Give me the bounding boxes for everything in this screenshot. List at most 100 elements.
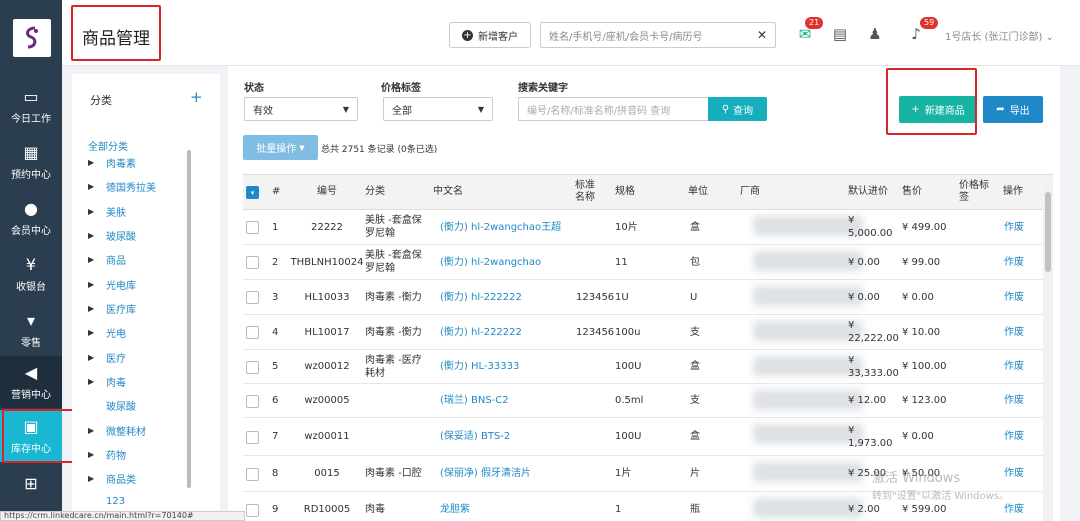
table-row[interactable]: 6 wz00005 (瑞兰) BNS-C2 0.5ml 支 ¥ 12.00 ¥ 123.00… (243, 384, 1053, 418)
category-item[interactable]: ▶ 商品类 (88, 471, 136, 486)
row-spec: 1片 (615, 468, 632, 479)
category-item[interactable]: ▶ 药物 (88, 447, 126, 462)
row-name[interactable]: (衡力) hl-2wangchao王超 (440, 210, 580, 244)
category-item[interactable]: 123 (88, 496, 125, 507)
row-name[interactable]: (瑞兰) BNS-C2 (440, 384, 580, 417)
row-action[interactable]: 作废 (1004, 456, 1034, 491)
batch-button[interactable]: 批量操作 ▼ (243, 135, 318, 160)
row-name[interactable]: (衡力) hl-2wangchao (440, 245, 580, 279)
expand-arrow-icon[interactable]: ▶ (88, 474, 106, 483)
row-action[interactable]: 作废 (1004, 210, 1034, 244)
bell-icon[interactable]: ♪ 59 (906, 17, 939, 44)
expand-arrow-icon[interactable]: ▶ (88, 231, 106, 240)
category-item[interactable]: ▶ 医疗 (88, 350, 126, 365)
table-row[interactable]: 5 wz00012 肉毒素 -医疗耗材 (衡力) HL-33333 100U 盒 ¥ 33,… (243, 350, 1053, 384)
category-all[interactable]: 全部分类 (88, 138, 128, 153)
scrollbar-thumb[interactable] (1045, 192, 1051, 272)
row-checkbox[interactable] (246, 394, 259, 408)
ledger-icon[interactable]: ▤ (830, 24, 850, 44)
chat-icon[interactable]: ✉ 21 (795, 17, 824, 44)
expand-arrow-icon[interactable]: ▶ (88, 353, 106, 362)
row-name[interactable]: (保丽净) 假牙清洁片 (440, 456, 580, 491)
row-index: 2 (272, 256, 279, 268)
clear-icon[interactable]: ✕ (757, 28, 767, 42)
row-action[interactable]: 作废 (1004, 315, 1034, 349)
col-cost: 默认进价 (848, 186, 888, 197)
row-checkbox[interactable] (246, 256, 259, 269)
add-category-button[interactable]: + (190, 88, 203, 106)
expand-arrow-icon[interactable]: ▶ (88, 158, 106, 167)
expand-arrow-icon[interactable]: ▶ (88, 377, 106, 386)
app-logo[interactable] (13, 19, 51, 57)
row-name[interactable]: 龙胆紫 (440, 492, 580, 521)
row-checkbox[interactable] (246, 221, 259, 234)
category-label: 商品 (106, 256, 126, 267)
row-checkbox[interactable] (246, 430, 259, 444)
expand-arrow-icon[interactable]: ▶ (88, 304, 106, 313)
category-item[interactable]: ▶ 玻尿酸 (88, 228, 136, 243)
nav-marketing[interactable]: ◀ 营销中心 (0, 356, 62, 408)
row-checkbox[interactable] (246, 503, 259, 517)
nav-cashier[interactable]: ¥ 收银台 (0, 248, 62, 300)
table-row[interactable]: 4 HL10017 肉毒素 -衡力 (衡力) hl-222222 123456 100u 支… (243, 315, 1053, 350)
new-customer-button[interactable]: + 新增客户 (449, 22, 531, 48)
table-row[interactable]: 3 HL10033 肉毒素 -衡力 (衡力) hl-222222 123456 1U U ¥ … (243, 280, 1053, 315)
nav-appointment[interactable]: ▦ 预约中心 (0, 136, 62, 188)
highlight-title (71, 5, 161, 61)
table-scrollbar[interactable] (1043, 180, 1053, 521)
user-menu[interactable]: 1号店长 (张江门诊部) ⌄ (945, 28, 1054, 43)
expand-arrow-icon[interactable]: ▶ (88, 255, 106, 264)
row-name[interactable]: (衡力) HL-33333 (440, 350, 580, 383)
row-checkbox[interactable] (246, 467, 259, 481)
expand-arrow-icon[interactable]: ▶ (88, 450, 106, 459)
category-item[interactable]: ▶ 光电 (88, 325, 126, 340)
category-item[interactable]: ▶ 商品 (88, 252, 126, 267)
expand-arrow-icon[interactable]: ▶ (88, 426, 106, 435)
category-item[interactable]: ▶ 微整耗材 (88, 423, 146, 438)
nav-retail[interactable]: ▾ 零售 (0, 304, 62, 356)
row-action[interactable]: 作废 (1004, 245, 1034, 279)
row-cost: ¥ 12.00 (848, 395, 887, 406)
row-name[interactable]: (衡力) hl-222222 (440, 280, 580, 314)
expand-arrow-icon[interactable]: ▶ (88, 280, 106, 289)
row-checkbox[interactable] (246, 326, 259, 339)
price-tag-select[interactable]: 全部 ▼ (383, 97, 493, 121)
nav-member[interactable]: ● 会员中心 (0, 192, 62, 244)
status-select[interactable]: 有效 ▼ (244, 97, 358, 121)
query-button[interactable]: ⚲ 查询 (708, 97, 767, 121)
nav-marketing-label: 营销中心 (11, 389, 51, 401)
category-item[interactable]: 玻尿酸 (88, 398, 136, 413)
category-scrollbar[interactable] (187, 150, 191, 488)
category-item[interactable]: ▶ 德国秀拉美 (88, 179, 156, 194)
table-row[interactable]: 2 THBLNH10024 美肤 -套盒保罗尼翰 (衡力) hl-2wangchao 1… (243, 245, 1053, 280)
row-action[interactable]: 作废 (1004, 384, 1034, 417)
row-name[interactable]: (衡力) hl-222222 (440, 315, 580, 349)
category-item[interactable]: ▶ 肉毒素 (88, 155, 136, 170)
select-all-checkbox[interactable]: ▾ (246, 186, 259, 199)
row-action[interactable]: 作废 (1004, 418, 1034, 455)
group-icon[interactable]: ♟ (865, 24, 885, 44)
expand-arrow-icon[interactable]: ▶ (88, 328, 106, 337)
nav-today[interactable]: ▭ 今日工作 (0, 80, 62, 132)
export-button[interactable]: ➦ 导出 (983, 96, 1043, 123)
row-checkbox[interactable] (246, 360, 259, 374)
category-item[interactable]: ▶ 光电库 (88, 277, 136, 292)
table-row[interactable]: 1 22222 美肤 -套盒保罗尼翰 (衡力) hl-2wangchao王超 10片 盒 ¥… (243, 210, 1053, 245)
keyword-input[interactable]: 编号/名称/标准名称/拼音码 查询 (518, 97, 708, 121)
col-price: 售价 (902, 186, 922, 197)
nav-medkit[interactable]: ⊞ (0, 466, 62, 506)
row-action[interactable]: 作废 (1004, 280, 1034, 314)
cart-icon: ▾ (26, 310, 36, 330)
row-name[interactable]: (保妥适) BTS-2 (440, 418, 580, 455)
category-item[interactable]: ▶ 医疗库 (88, 301, 136, 316)
row-checkbox[interactable] (246, 291, 259, 304)
category-item[interactable]: ▶ 美肤 (88, 204, 126, 219)
table-row[interactable]: 7 wz00011 (保妥适) BTS-2 100U 盒 ¥ 1,973.00 ¥ 0.00… (243, 418, 1053, 456)
expand-arrow-icon[interactable]: ▶ (88, 207, 106, 216)
top-search-input[interactable]: 姓名/手机号/座机/会员卡号/病历号 ✕ (540, 22, 776, 48)
row-action[interactable]: 作废 (1004, 350, 1034, 383)
expand-arrow-icon[interactable]: ▶ (88, 182, 106, 191)
row-price: ¥ 0.00 (902, 431, 934, 442)
row-spec: 100U (615, 361, 642, 372)
category-item[interactable]: ▶ 肉毒 (88, 374, 126, 389)
